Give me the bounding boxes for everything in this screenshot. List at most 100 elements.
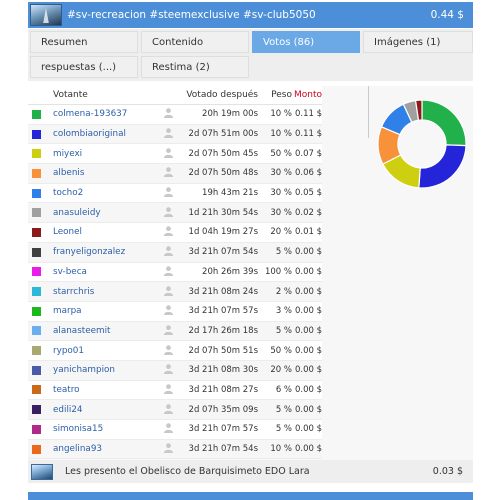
voter-link[interactable]: angelina93 (50, 444, 160, 454)
voter-link[interactable]: franyeligonzalez (50, 247, 160, 257)
vote-time: 2d 07h 50m 45s (188, 148, 258, 159)
series-color-swatch (32, 287, 41, 297)
series-color-swatch (32, 405, 41, 415)
table-row: edili24 2d 07h 35m 09s 5 % 0.00 $ (28, 400, 322, 420)
user-avatar-icon[interactable] (163, 265, 174, 276)
vote-amount: 0.00 $ (294, 266, 322, 277)
user-avatar-icon[interactable] (163, 344, 174, 355)
vote-weight: 5 % (275, 424, 292, 435)
user-avatar-icon[interactable] (163, 403, 174, 414)
user-avatar-icon[interactable] (163, 422, 174, 434)
donut-slice[interactable] (421, 99, 467, 147)
table-row: Leonel 1d 04h 19m 27s 20 % 0.01 $ (28, 223, 322, 243)
vote-time: 3d 21h 08m 30s (188, 365, 258, 376)
voter-link[interactable]: edili24 (50, 405, 160, 415)
vote-amount: 0.00 $ (294, 444, 322, 455)
header-amount[interactable]: Monto (292, 90, 322, 100)
donut-slice[interactable] (418, 144, 467, 189)
vote-time: 3d 21h 07m 57s (188, 306, 258, 317)
voter-link[interactable]: simonisa15 (50, 424, 160, 434)
tab-contenido[interactable]: Contenido (141, 31, 249, 53)
voter-link[interactable]: teatro (50, 385, 160, 395)
votes-panel: Votante Votado después Peso Monto colmen… (28, 86, 473, 460)
user-avatar-icon[interactable] (163, 304, 174, 316)
tab-votos[interactable]: Votos (86) (252, 31, 360, 53)
voter-link[interactable]: starrchris (50, 287, 160, 297)
next-post-payout: 0.03 $ (432, 466, 463, 477)
vote-amount: 0.01 $ (294, 227, 322, 238)
tab-restima[interactable]: Restima (2) (141, 56, 249, 78)
vote-amount: 0.00 $ (294, 365, 322, 376)
voter-link[interactable]: rypo01 (50, 346, 160, 356)
series-color-swatch (32, 306, 41, 316)
next-post-thumbnail (31, 463, 53, 480)
user-avatar-icon[interactable] (163, 186, 174, 198)
vote-weight: 10 % (270, 444, 292, 455)
user-avatar-icon[interactable] (163, 383, 174, 394)
vote-time: 2d 17h 26m 18s (188, 325, 258, 336)
tab-bar-secondary: respuestas (...) Restima (2) (28, 54, 473, 81)
vote-weight: 10 % (270, 129, 292, 140)
user-avatar-icon[interactable] (163, 245, 174, 257)
voter-link[interactable]: miyexi (50, 149, 160, 159)
user-avatar-icon[interactable] (163, 127, 174, 139)
vote-weight: 3 % (275, 306, 292, 317)
table-row: miyexi 2d 07h 50m 45s 50 % 0.07 $ (28, 144, 322, 165)
header-voter[interactable]: Votante (50, 90, 160, 100)
vote-amount: 0.00 $ (294, 384, 322, 395)
vote-time: 2d 07h 35m 09s (188, 404, 258, 415)
tab-imagenes[interactable]: Imágenes (1) (363, 31, 473, 53)
user-avatar-icon[interactable] (163, 107, 174, 119)
series-color-swatch (32, 149, 41, 159)
table-row: colmena-193637 20h 19m 00s 10 % 0.11 $ (28, 105, 322, 125)
series-color-swatch (32, 424, 41, 434)
user-avatar-icon[interactable] (163, 206, 174, 217)
next-post-title[interactable]: Les presento el Obelisco de Barquisimeto… (65, 466, 433, 477)
vote-time: 3d 21h 07m 54s (188, 247, 258, 258)
header-time[interactable]: Votado después (176, 90, 258, 100)
votes-donut-chart (377, 99, 467, 189)
voter-link[interactable]: marpa (50, 306, 160, 316)
voter-link[interactable]: Leonel (50, 227, 160, 237)
header-weight[interactable]: Peso (258, 90, 292, 100)
vote-amount: 0.11 $ (294, 129, 322, 140)
user-avatar-icon[interactable] (163, 285, 174, 296)
user-avatar-icon[interactable] (163, 363, 174, 375)
user-avatar-icon[interactable] (163, 166, 174, 178)
series-color-swatch (32, 326, 41, 336)
series-color-swatch (32, 247, 41, 257)
divider (368, 86, 369, 138)
next-post-row[interactable]: Les presento el Obelisco de Barquisimeto… (28, 460, 473, 483)
voter-link[interactable]: yanichampion (50, 365, 160, 375)
post-title[interactable]: #sv-recreacion #steemexclusive #sv-club5… (67, 9, 431, 21)
votes-table: Votante Votado después Peso Monto colmen… (28, 86, 322, 460)
vote-time: 3d 21h 08m 24s (188, 286, 258, 297)
vote-amount: 0.00 $ (294, 325, 322, 336)
tab-respuestas[interactable]: respuestas (...) (30, 56, 138, 78)
user-avatar-icon[interactable] (163, 442, 174, 454)
table-body: colmena-193637 20h 19m 00s 10 % 0.11 $ colom… (28, 105, 322, 460)
voter-link[interactable]: colombiaoriginal (50, 129, 160, 139)
user-avatar-icon[interactable] (163, 147, 174, 158)
voter-link[interactable]: anasuleidy (50, 208, 160, 218)
voter-link[interactable]: sv-beca (50, 267, 160, 277)
series-color-swatch (32, 168, 41, 178)
voter-link[interactable]: alanasteemit (50, 326, 160, 336)
series-color-swatch (32, 385, 41, 395)
vote-amount: 0.07 $ (294, 148, 322, 159)
voter-link[interactable]: albenis (50, 168, 160, 178)
vote-amount: 0.00 $ (294, 247, 322, 258)
next-post-header[interactable] (28, 492, 473, 500)
vote-weight: 5 % (275, 247, 292, 258)
user-avatar-icon[interactable] (163, 225, 174, 237)
vote-amount: 0.11 $ (294, 109, 322, 120)
vote-time: 1d 04h 19m 27s (188, 227, 258, 238)
table-row: yanichampion 3d 21h 08m 30s 20 % 0.00 $ (28, 360, 322, 381)
table-header: Votante Votado después Peso Monto (28, 86, 322, 105)
voter-link[interactable]: tocho2 (50, 188, 160, 198)
voter-link[interactable]: colmena-193637 (50, 109, 160, 119)
post-header[interactable]: #sv-recreacion #steemexclusive #sv-club5… (28, 2, 473, 28)
user-avatar-icon[interactable] (163, 324, 174, 335)
table-row: teatro 3d 21h 08m 27s 6 % 0.00 $ (28, 381, 322, 401)
tab-resumen[interactable]: Resumen (30, 31, 138, 53)
